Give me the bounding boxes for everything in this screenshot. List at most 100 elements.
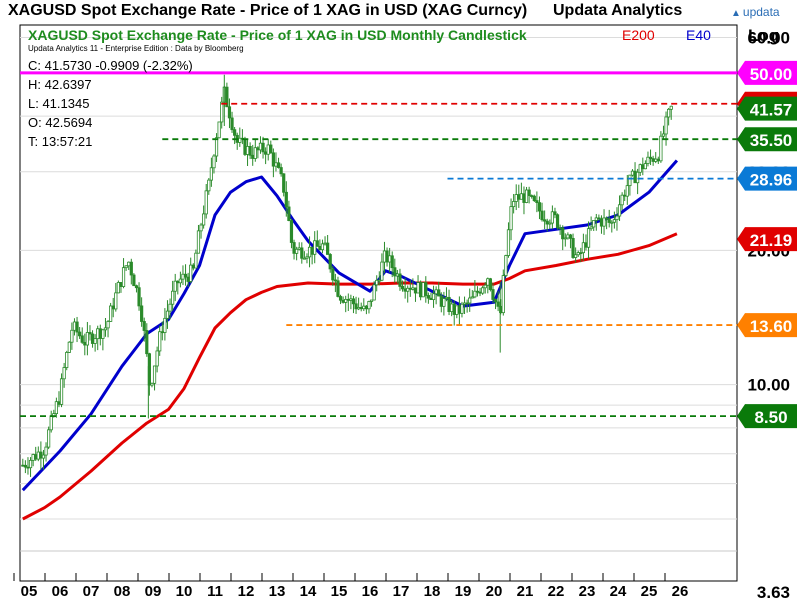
candle-body: [57, 401, 61, 405]
candle-body: [132, 274, 136, 287]
candle-body: [36, 451, 40, 460]
candle-body: [669, 105, 673, 110]
candle-body: [390, 255, 394, 269]
candle-body: [109, 305, 113, 322]
candle-body: [264, 151, 268, 155]
candle-body: [625, 185, 629, 197]
candle-body: [623, 194, 627, 197]
candle-body: [589, 226, 593, 230]
candle-body: [357, 307, 361, 310]
candle-body: [318, 245, 322, 251]
candle-body: [338, 296, 343, 301]
time-tick-label: 19: [455, 583, 472, 600]
candle-body: [346, 298, 350, 301]
candle-body: [196, 230, 201, 254]
candle-body: [651, 158, 655, 162]
candle-body: [106, 321, 110, 329]
candle-body: [351, 298, 356, 305]
candle-body: [364, 305, 368, 310]
candle-body: [638, 164, 642, 173]
candle-body: [21, 464, 25, 467]
logo-text: updata: [742, 5, 780, 19]
candle-body: [96, 328, 100, 340]
candle-body: [548, 222, 552, 225]
time-tick-label: 23: [579, 583, 596, 600]
candle-body: [444, 296, 449, 299]
candle-body: [408, 287, 412, 290]
candle-body: [307, 246, 312, 258]
candle-body: [519, 193, 523, 200]
time-tick-label: 07: [83, 583, 100, 600]
candle-body: [140, 305, 144, 322]
candle-body: [121, 267, 126, 287]
candle-body: [452, 303, 456, 315]
time-tick-label: 16: [362, 583, 379, 600]
candle-body: [114, 292, 118, 310]
data-source-label: Updata Analytics 11 - Enterprise Edition…: [28, 44, 244, 53]
price-tick-label: 10.00: [747, 376, 790, 395]
level-badge: 13.60: [737, 313, 797, 338]
level-badge-label: 41.57: [750, 101, 793, 120]
time-tick-label: 22: [548, 583, 565, 600]
time-tick-label: 24: [610, 583, 627, 600]
candle-body: [65, 352, 69, 368]
candle-body: [207, 179, 211, 192]
level-badge-label: 21.19: [750, 231, 793, 250]
candle-body: [372, 284, 376, 301]
candle-body: [615, 215, 619, 221]
time-tick-label: 14: [300, 583, 317, 600]
high-readout: H: 42.6397: [28, 77, 92, 92]
candle-body: [416, 282, 420, 294]
candle-body: [457, 305, 461, 314]
candle-body: [571, 237, 575, 258]
candle-body: [431, 293, 436, 301]
candle-body: [326, 242, 330, 255]
level-badge-label: 50.00: [750, 65, 793, 84]
time-tick-label: 20: [486, 583, 503, 600]
candle-body: [41, 454, 46, 459]
candle-body: [437, 289, 441, 297]
candle-body: [439, 295, 443, 307]
candle-body: [377, 279, 381, 282]
legend-e200: E200: [622, 27, 655, 43]
candle-body: [563, 237, 567, 240]
candle-body: [561, 227, 565, 240]
candle-body: [537, 202, 542, 212]
candle-body: [597, 217, 601, 220]
candle-body: [178, 278, 182, 284]
candle-body: [550, 211, 554, 224]
level-badge-label: 13.60: [750, 317, 793, 336]
candle-body: [442, 298, 446, 307]
candle-body: [269, 144, 273, 154]
candle-body: [475, 290, 480, 293]
candle-body: [426, 295, 430, 299]
candle-body: [400, 285, 405, 290]
candle-body: [530, 195, 534, 197]
time-tick-label: 18: [424, 583, 441, 600]
chart-title: XAGUSD Spot Exchange Rate - Price of 1 X…: [28, 27, 527, 43]
candle-body: [633, 170, 637, 184]
candle-body: [238, 137, 242, 143]
candle-body: [602, 217, 606, 227]
candle-body: [612, 219, 616, 223]
candle-body: [202, 213, 206, 226]
candle-body: [181, 273, 185, 280]
candle-body: [656, 158, 660, 162]
candle-body: [276, 162, 281, 168]
price-axis: 60.0029.9620.0010.003.6350.0042.6241.573…: [737, 29, 797, 600]
candle-body: [47, 429, 51, 448]
level-badge: 28.96: [737, 166, 797, 191]
candle-body: [429, 297, 433, 301]
time-readout: T: 13:57:21: [28, 134, 93, 149]
candle-body: [636, 171, 640, 184]
candle-body: [576, 252, 580, 256]
candle-body: [214, 137, 219, 157]
candle-body: [23, 464, 27, 468]
time-tick-label: 25: [641, 583, 658, 600]
candle-body: [163, 317, 167, 333]
candle-body: [586, 228, 591, 248]
candle-body: [514, 194, 518, 202]
up-arrow-icon: ▲: [731, 8, 741, 19]
open-readout: O: 42.5694: [28, 115, 93, 130]
candle-body: [145, 330, 149, 355]
